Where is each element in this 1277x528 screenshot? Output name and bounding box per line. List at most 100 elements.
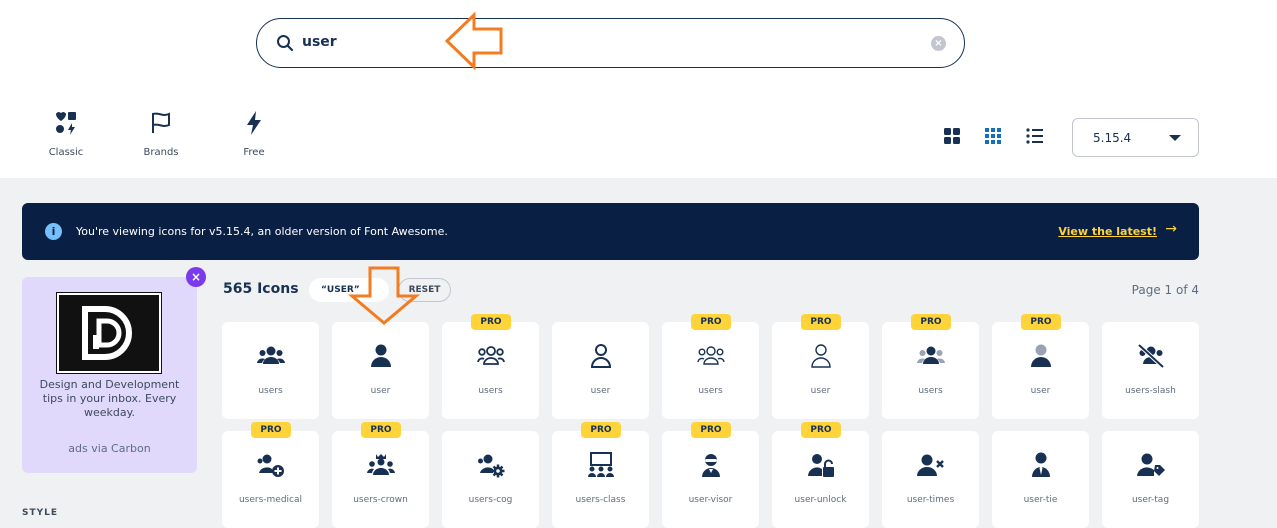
icon-name: user-times xyxy=(906,495,955,505)
icon-name: user-tag xyxy=(1131,495,1170,505)
pro-badge: PRO xyxy=(581,422,621,438)
icon-name: users-cog xyxy=(468,495,513,505)
pro-badge: PRO xyxy=(361,422,401,438)
search-icon xyxy=(277,35,294,52)
search-bar[interactable]: user × xyxy=(256,18,965,68)
pro-badge: PRO xyxy=(801,422,841,438)
pro-badge: PRO xyxy=(251,422,291,438)
search-input[interactable]: user xyxy=(302,34,337,50)
icon-tile-user-times[interactable]: user-times xyxy=(882,431,979,528)
icon-name: users xyxy=(478,386,503,396)
icon-name: user xyxy=(370,386,391,396)
version-value: 5.15.4 xyxy=(1093,131,1132,145)
icon-name: user-visor xyxy=(688,495,733,505)
icon-tile-user-tie[interactable]: user-tie xyxy=(992,431,1089,528)
user-tag-icon xyxy=(1137,453,1165,476)
icon-tile-user-outline[interactable]: user xyxy=(552,322,649,419)
user-tie-icon xyxy=(1032,452,1050,477)
icon-tile-users[interactable]: users xyxy=(222,322,319,419)
banner-message: You're viewing icons for v5.15.4, an old… xyxy=(76,225,448,238)
flag-icon xyxy=(152,112,170,133)
users-cog-icon xyxy=(478,454,505,478)
family-tab-free[interactable]: Free xyxy=(214,110,294,158)
info-icon: i xyxy=(45,223,62,240)
icon-tile-user-tag[interactable]: user-tag xyxy=(1102,431,1199,528)
user-times-icon xyxy=(917,454,944,476)
pro-badge: PRO xyxy=(691,314,731,330)
icon-name: users xyxy=(258,386,283,396)
icon-name: user xyxy=(1030,386,1051,396)
users-duotone-icon xyxy=(917,346,945,364)
grid-large-icon[interactable] xyxy=(943,127,961,145)
icon-tile-users-medical[interactable]: users-medical xyxy=(222,431,319,528)
classic-icon xyxy=(56,112,76,135)
list-icon[interactable] xyxy=(1026,127,1044,145)
icon-name: user-tie xyxy=(1023,495,1058,505)
page-indicator: Page 1 of 4 xyxy=(1131,283,1199,297)
icon-name: users xyxy=(698,386,723,396)
icon-name: users-crown xyxy=(353,495,408,505)
annotation-arrow-down-icon xyxy=(348,266,420,325)
icon-tile-users-light[interactable]: users xyxy=(662,322,759,419)
dd-logo-icon xyxy=(82,306,132,360)
arrow-right-icon[interactable]: → xyxy=(1165,221,1177,237)
pro-badge: PRO xyxy=(1021,314,1061,330)
icon-name: users-medical xyxy=(238,495,303,505)
icon-tile-users-cog[interactable]: users-cog xyxy=(442,431,539,528)
users-slash-icon xyxy=(1137,343,1165,369)
family-label: Free xyxy=(243,147,265,158)
icon-tile-user-visor[interactable]: user-visor xyxy=(662,431,759,528)
pro-badge: PRO xyxy=(801,314,841,330)
family-tab-brands[interactable]: Brands xyxy=(121,110,201,158)
close-ad-icon[interactable]: × xyxy=(186,267,206,287)
icon-name: user xyxy=(810,386,831,396)
user-outline-icon xyxy=(590,344,612,368)
family-tab-classic[interactable]: Classic xyxy=(26,110,106,158)
family-label: Brands xyxy=(143,147,179,158)
results-count: 565 Icons xyxy=(223,281,299,297)
users-class-icon xyxy=(588,452,614,477)
icon-tile-users-pro[interactable]: users xyxy=(442,322,539,419)
pro-badge: PRO xyxy=(471,314,511,330)
icon-name: user-unlock xyxy=(794,495,847,505)
users-outline-icon xyxy=(477,346,505,365)
icon-tile-user[interactable]: user xyxy=(332,322,429,419)
users-light-icon xyxy=(697,346,725,365)
icon-tile-users-duotone[interactable]: users xyxy=(882,322,979,419)
ad-logo[interactable] xyxy=(56,292,162,374)
carbon-ad[interactable]: Design and Development tips in your inbo… xyxy=(22,277,197,473)
icon-tile-user-light[interactable]: user xyxy=(772,322,869,419)
icon-tile-users-class[interactable]: users-class xyxy=(552,431,649,528)
user-unlock-icon xyxy=(808,454,834,477)
icon-name: users xyxy=(918,386,943,396)
users-solid-icon xyxy=(257,346,285,364)
family-label: Classic xyxy=(48,147,84,158)
ad-via[interactable]: ads via Carbon xyxy=(22,442,197,455)
user-visor-icon xyxy=(702,454,720,477)
grid-small-icon[interactable] xyxy=(984,127,1002,145)
icon-tile-users-crown[interactable]: users-crown xyxy=(332,431,429,528)
style-section-label: STYLE xyxy=(22,508,59,518)
icon-name: user xyxy=(590,386,611,396)
pro-badge: PRO xyxy=(691,422,731,438)
version-select[interactable]: 5.15.4 xyxy=(1072,118,1199,157)
icon-name: users-slash xyxy=(1125,386,1176,396)
user-light-icon xyxy=(811,344,831,368)
icon-name: users-class xyxy=(575,495,626,505)
user-duotone-icon xyxy=(1031,344,1051,367)
user-solid-icon xyxy=(371,344,391,367)
icon-tile-user-duotone[interactable]: user xyxy=(992,322,1089,419)
clear-search-icon[interactable]: × xyxy=(931,36,946,51)
users-crown-icon xyxy=(367,454,395,475)
version-banner: i You're viewing icons for v5.15.4, an o… xyxy=(22,203,1199,260)
ad-copy: Design and Development tips in your inbo… xyxy=(39,378,180,419)
icon-tile-users-slash[interactable]: users-slash xyxy=(1102,322,1199,419)
top-bar: user × Classic Brands Free 5.15.4 xyxy=(0,0,1277,178)
bolt-icon xyxy=(247,111,261,135)
view-latest-link[interactable]: View the latest! xyxy=(1058,225,1157,238)
pro-badge: PRO xyxy=(911,314,951,330)
annotation-arrow-left-icon xyxy=(444,12,503,70)
chevron-down-icon xyxy=(1169,135,1181,141)
icon-tile-user-unlock[interactable]: user-unlock xyxy=(772,431,869,528)
users-medical-icon xyxy=(257,454,284,477)
